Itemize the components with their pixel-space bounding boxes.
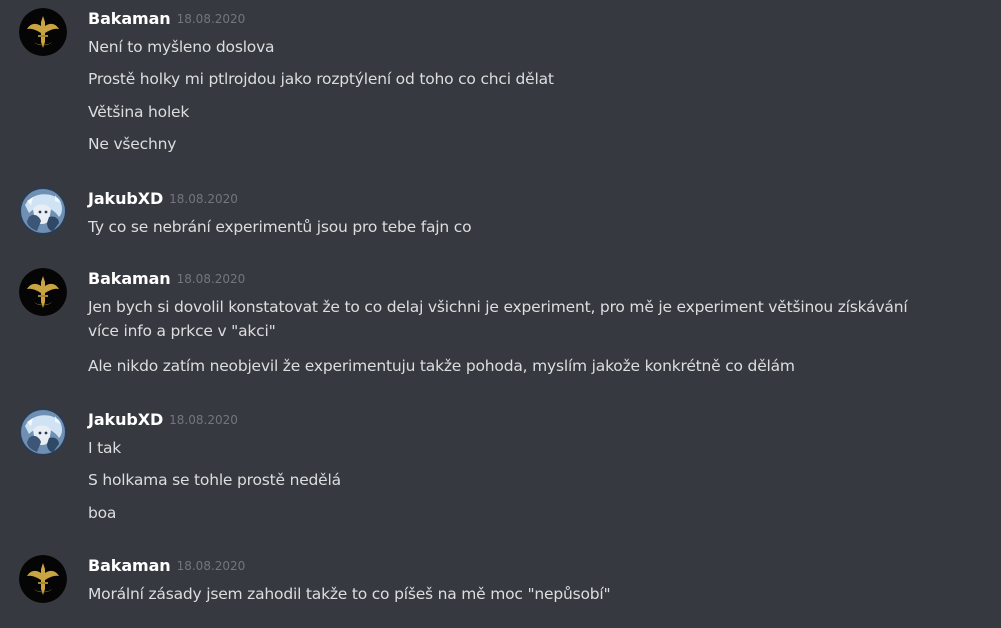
timestamp: 18.08.2020 [176, 12, 246, 26]
winged-dagger-emblem-icon [19, 555, 67, 603]
winged-dagger-emblem-icon [19, 8, 67, 56]
message-header: Bakaman 18.08.2020 [88, 9, 245, 31]
timestamp: 18.08.2020 [176, 272, 246, 286]
anime-character-avatar-icon [19, 408, 67, 456]
username[interactable]: JakubXD [88, 410, 163, 429]
message-text: Většina holek [88, 103, 190, 121]
message-header: JakubXD 18.08.2020 [88, 189, 238, 211]
message-header: Bakaman 18.08.2020 [88, 556, 245, 578]
avatar[interactable] [19, 268, 67, 316]
message-text: boa [88, 504, 117, 522]
timestamp: 18.08.2020 [169, 413, 238, 427]
message-text: Ne všechny [88, 135, 177, 153]
message-text: Ale nikdo zatím neobjevil že experimentu… [88, 357, 795, 375]
avatar[interactable] [19, 187, 67, 235]
message-header: Bakaman 18.08.2020 [88, 269, 245, 291]
username[interactable]: Bakaman [88, 9, 171, 28]
message-list: Bakaman 18.08.2020 Není to myšleno doslov… [0, 0, 1001, 628]
anime-character-avatar-icon [19, 187, 67, 235]
avatar[interactable] [19, 8, 67, 56]
username[interactable]: JakubXD [88, 189, 163, 208]
username[interactable]: Bakaman [88, 269, 171, 288]
username[interactable]: Bakaman [88, 556, 171, 575]
message-text: Prostě holky mi ptlrojdou jako rozptýlen… [88, 70, 554, 88]
message-header: JakubXD 18.08.2020 [88, 410, 238, 432]
message-text: Morální zásady jsem zahodil takže to co … [88, 585, 611, 603]
message-text: Není to myšleno doslova [88, 38, 275, 56]
message-text: S holkama se tohle prostě nedělá [88, 471, 341, 489]
message-text: I tak [88, 439, 122, 457]
avatar[interactable] [19, 408, 67, 456]
message-text: Ty co se nebrání experimentů jsou pro te… [88, 218, 472, 236]
timestamp: 18.08.2020 [169, 192, 238, 206]
avatar[interactable] [19, 555, 67, 603]
timestamp: 18.08.2020 [176, 559, 246, 573]
winged-dagger-emblem-icon [19, 268, 67, 316]
message-text: Jen bych si dovolil konstatovat že to co… [88, 298, 908, 340]
